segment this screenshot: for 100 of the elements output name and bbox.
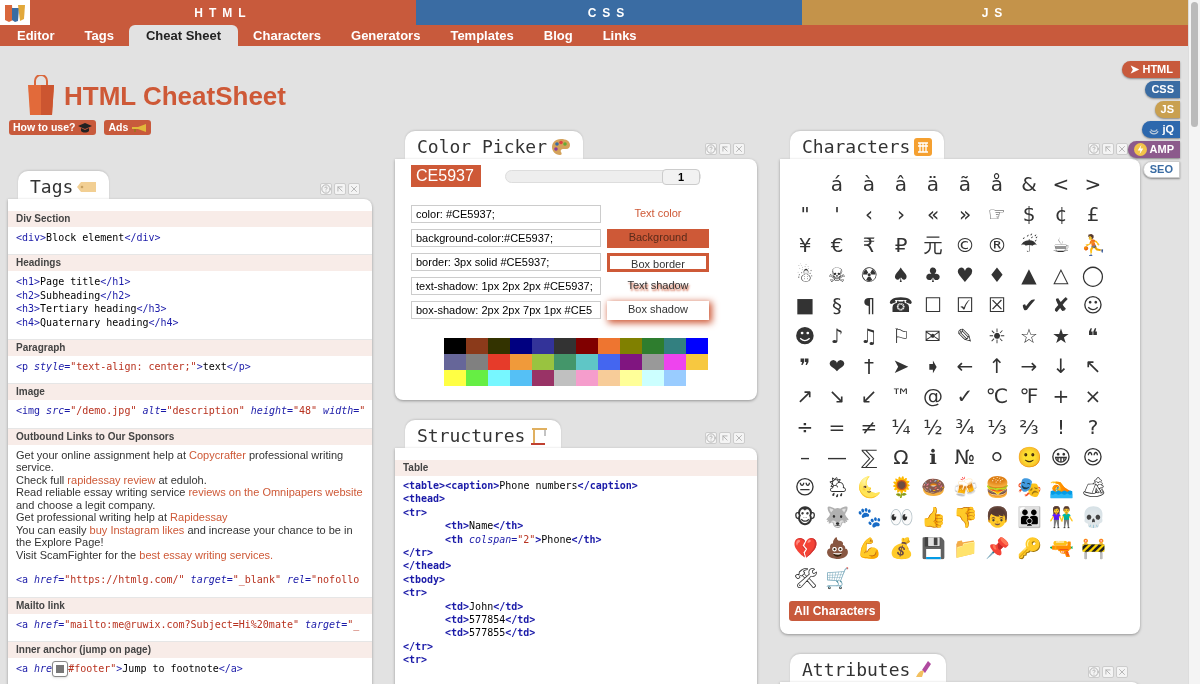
character-glyph[interactable]: ♣ xyxy=(917,259,949,291)
character-glyph[interactable]: 🌦 xyxy=(821,471,853,503)
color-swatch[interactable] xyxy=(510,354,532,370)
character-glyph[interactable]: ↘ xyxy=(821,381,853,412)
color-swatch[interactable] xyxy=(554,338,576,354)
character-glyph[interactable]: Ω xyxy=(885,441,917,472)
character-glyph[interactable]: ❤ xyxy=(821,350,853,382)
color-swatch[interactable] xyxy=(554,370,576,386)
sponsor-link[interactable]: rapidessay review xyxy=(67,473,156,486)
character-glyph[interactable]: ❝ xyxy=(1077,320,1109,351)
character-glyph[interactable]: → xyxy=(1013,350,1045,382)
character-glyph[interactable]: à xyxy=(853,169,885,200)
resize-icon[interactable] xyxy=(1102,143,1114,155)
resize-icon[interactable] xyxy=(719,143,731,155)
nav-tab[interactable]: Editor xyxy=(2,25,70,46)
character-glyph[interactable]: ₹ xyxy=(853,229,885,260)
close-icon[interactable] xyxy=(733,432,745,444)
character-glyph[interactable]: ▲ xyxy=(1013,259,1045,291)
character-glyph[interactable]: 💀 xyxy=(1077,502,1109,533)
color-swatch[interactable] xyxy=(466,354,488,370)
color-swatch[interactable] xyxy=(620,338,642,354)
color-swatch[interactable] xyxy=(576,370,598,386)
character-glyph[interactable]: ♠ xyxy=(885,259,917,291)
language-tab[interactable]: jQ xyxy=(1142,121,1180,138)
scrollbar-thumb[interactable] xyxy=(1191,2,1198,127)
character-glyph[interactable]: ℉ xyxy=(1013,381,1045,412)
character-glyph[interactable]: 🚧 xyxy=(1077,532,1109,563)
language-tab[interactable]: SEO xyxy=(1142,161,1180,178)
css-field[interactable]: box-shadow: 2px 2px 7px 1px #CE5 xyxy=(411,301,601,319)
color-swatch[interactable] xyxy=(466,370,488,386)
language-tab[interactable]: AMP xyxy=(1127,141,1180,158)
character-glyph[interactable]: 元 xyxy=(917,229,949,260)
panel-tab[interactable]: Tags xyxy=(18,171,110,199)
character-glyph[interactable]: ☆ xyxy=(1013,320,1045,351)
character-glyph[interactable]: 💔 xyxy=(789,532,821,563)
character-glyph[interactable]: ¾ xyxy=(949,411,981,442)
character-glyph[interactable]: € xyxy=(821,229,853,260)
character-glyph[interactable]: ¼ xyxy=(885,411,917,442)
character-glyph[interactable]: ℹ xyxy=(917,441,949,472)
nav-tab[interactable]: Generators xyxy=(336,25,436,46)
color-swatch[interactable] xyxy=(554,354,576,370)
character-glyph[interactable]: ♫ xyxy=(853,320,885,351)
character-glyph[interactable]: £ xyxy=(1077,199,1109,230)
character-glyph[interactable]: 😔 xyxy=(789,471,821,503)
character-glyph[interactable]: 🐵 xyxy=(789,502,821,533)
close-icon[interactable] xyxy=(1116,143,1128,155)
character-glyph[interactable]: ℃ xyxy=(981,381,1013,412)
character-glyph[interactable]: 🛒 xyxy=(821,562,853,594)
character-glyph[interactable]: ♦ xyxy=(981,259,1013,291)
color-swatch[interactable] xyxy=(444,370,466,386)
character-glyph[interactable]: á xyxy=(821,169,853,200)
character-glyph[interactable]: ☐ xyxy=(917,290,949,321)
character-glyph[interactable]: » xyxy=(949,199,981,230)
character-glyph[interactable]: 👪 xyxy=(1013,502,1045,533)
color-swatch[interactable] xyxy=(598,370,620,386)
character-glyph[interactable]: ⅓ xyxy=(981,411,1013,442)
character-glyph[interactable]: ¥ xyxy=(789,229,821,260)
character-glyph[interactable]: ➧ xyxy=(917,350,949,382)
character-glyph[interactable]: ☔ xyxy=(1013,229,1045,260)
color-swatch[interactable] xyxy=(664,354,686,370)
color-swatch[interactable] xyxy=(510,370,532,386)
character-glyph[interactable]: 🐺 xyxy=(821,502,853,533)
section-band[interactable]: CSS xyxy=(416,0,802,25)
panel-tab[interactable]: Attributes xyxy=(790,654,947,683)
panel-tab[interactable]: Characters xyxy=(790,131,945,159)
sponsor-link[interactable]: reviews on the Omnipapers website xyxy=(188,486,363,499)
header-button[interactable]: How to use? xyxy=(9,120,97,135)
character-glyph[interactable]: ♥ xyxy=(949,259,981,291)
character-glyph[interactable]: ☺ xyxy=(1077,290,1109,321)
character-glyph[interactable]: ☻ xyxy=(789,320,821,351)
nav-tab[interactable]: Characters xyxy=(238,25,337,46)
close-icon[interactable] xyxy=(1116,666,1128,679)
character-glyph[interactable]: ➤ xyxy=(885,350,917,382)
character-glyph[interactable]: = xyxy=(821,411,853,442)
panel-tab[interactable]: Color Picker xyxy=(405,131,584,159)
help-icon[interactable] xyxy=(705,143,717,155)
character-glyph[interactable]: â xyxy=(885,169,917,200)
color-swatch[interactable] xyxy=(664,370,686,386)
character-glyph[interactable]: ' xyxy=(821,199,853,230)
character-glyph[interactable]: ₽ xyxy=(885,229,917,260)
color-swatch[interactable] xyxy=(576,354,598,370)
color-swatch[interactable] xyxy=(686,338,708,354)
character-glyph[interactable]: † xyxy=(853,350,885,382)
character-glyph[interactable]: ↗ xyxy=(789,381,821,412)
character-glyph[interactable]: ½ xyxy=(917,411,949,442)
character-glyph[interactable]: ÷ xyxy=(789,411,821,442)
character-glyph[interactable]: ã xyxy=(949,169,981,200)
character-glyph[interactable]: ■ xyxy=(789,290,821,321)
resize-icon[interactable] xyxy=(1102,666,1114,679)
character-glyph[interactable]: ◯ xyxy=(1077,259,1109,291)
character-glyph[interactable]: 🍩 xyxy=(917,471,949,503)
sponsor-link[interactable]: best essay writing services. xyxy=(139,548,274,561)
nav-tab[interactable]: Links xyxy=(587,25,652,46)
character-glyph[interactable]: 👀 xyxy=(885,502,917,533)
character-glyph[interactable]: å xyxy=(981,169,1013,200)
close-icon[interactable] xyxy=(348,183,360,195)
nav-tab[interactable]: Templates xyxy=(435,25,529,46)
character-glyph[interactable]: 👦 xyxy=(981,502,1013,533)
character-glyph[interactable]: △ xyxy=(1045,259,1077,291)
character-glyph[interactable]: – xyxy=(789,441,821,472)
